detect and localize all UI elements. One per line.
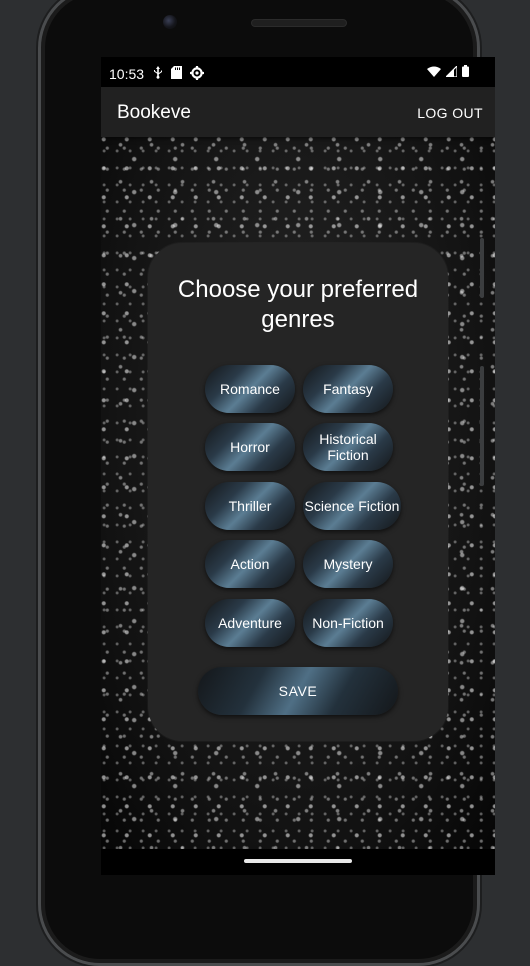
- genre-chip-fantasy[interactable]: Fantasy: [303, 365, 393, 413]
- sd-card-icon: [171, 66, 182, 79]
- status-system-icons: [427, 65, 469, 77]
- genre-chip-label: Science Fiction: [304, 498, 400, 514]
- status-bar: 10:53: [101, 57, 495, 87]
- genre-chip-non-fiction[interactable]: Non-Fiction: [303, 599, 393, 647]
- genre-chip-label: Horror: [230, 439, 270, 455]
- volume-button: [480, 238, 484, 298]
- genre-chip-romance[interactable]: Romance: [205, 365, 295, 413]
- power-button: [480, 366, 484, 486]
- signal-icon: [446, 65, 457, 77]
- battery-icon: [462, 65, 469, 77]
- app-bar: Bookeve LOG OUT: [101, 87, 495, 137]
- genre-chip-historical-fiction[interactable]: Historical Fiction: [303, 423, 393, 471]
- wifi-icon: [427, 66, 441, 77]
- earpiece-speaker: [251, 19, 347, 27]
- logout-button[interactable]: LOG OUT: [417, 105, 483, 121]
- genre-chip-mystery[interactable]: Mystery: [303, 540, 393, 588]
- genre-chip-science-fiction[interactable]: Science Fiction: [303, 482, 401, 530]
- genre-chip-label: Historical Fiction: [319, 431, 377, 463]
- main-content: Choose your preferred genres Romance Fan…: [101, 137, 495, 849]
- genre-chip-label: Adventure: [218, 615, 282, 631]
- genre-chip-label: Non-Fiction: [312, 615, 384, 631]
- genre-chip-label: Romance: [220, 381, 280, 397]
- genre-chip-action[interactable]: Action: [205, 540, 295, 588]
- genre-chip-label: Action: [230, 556, 270, 572]
- phone-frame: 10:53 Bookeve LOG OUT Choose your prefer…: [38, 0, 495, 966]
- genre-chip-adventure[interactable]: Adventure: [205, 599, 295, 647]
- card-title: Choose your preferred genres: [177, 276, 419, 333]
- usb-debug-icon: [154, 66, 162, 79]
- front-camera: [163, 15, 177, 29]
- home-gesture-handle[interactable]: [244, 859, 352, 863]
- app-title: Bookeve: [117, 102, 191, 123]
- genre-chip-horror[interactable]: Horror: [205, 423, 295, 471]
- navigation-bar: [101, 849, 495, 875]
- genre-chip-label: Fantasy: [323, 381, 373, 397]
- status-notification-icons: [153, 66, 204, 80]
- save-button[interactable]: SAVE: [198, 667, 398, 715]
- genre-chip-label: Mystery: [323, 556, 373, 572]
- status-time: 10:53: [109, 66, 145, 82]
- device-screen: 10:53 Bookeve LOG OUT Choose your prefer…: [101, 57, 495, 875]
- genre-chip-thriller[interactable]: Thriller: [205, 482, 295, 530]
- genre-selection-card: Choose your preferred genres Romance Fan…: [148, 243, 448, 741]
- settings-gear-icon: [190, 66, 204, 80]
- genre-chip-label: Thriller: [228, 498, 272, 514]
